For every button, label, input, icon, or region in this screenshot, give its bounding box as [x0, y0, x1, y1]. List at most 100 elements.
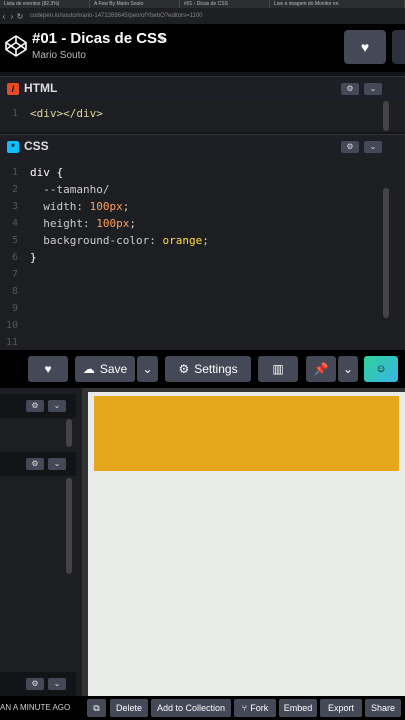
pin-button[interactable]: 📌: [306, 356, 336, 382]
chevron-down-icon[interactable]: ⌄: [364, 83, 382, 95]
settings-button[interactable]: ⚙ Settings: [165, 356, 251, 382]
external-link-icon: ⧉: [93, 702, 100, 713]
editor-scrollbar[interactable]: [66, 478, 72, 574]
code-line[interactable]: <div></div>: [30, 107, 103, 120]
browser-tab[interactable]: #01 - Dicas de CSS: [180, 0, 270, 8]
save-options-dropdown[interactable]: ⌄: [137, 356, 158, 382]
edit-pencil-icon[interactable]: ✎: [157, 32, 166, 45]
line-number: 8: [11, 286, 18, 297]
gear-icon[interactable]: ⚙: [341, 83, 359, 95]
heart-button[interactable]: ♥: [344, 30, 386, 64]
browser-tab[interactable]: A Few By Mario Souto: [90, 0, 180, 8]
reload-icon[interactable]: ↻: [16, 12, 24, 21]
line-number: 11: [6, 337, 19, 348]
editor-scrollbar[interactable]: [383, 101, 389, 131]
collapsed-editor-header: ⚙ ⌄: [0, 452, 76, 476]
browser-tab-bar: Lista de eventos (82.3%) A Few By Mario …: [0, 0, 405, 8]
pin-icon: 📌: [313, 362, 329, 376]
css-property: background-color:: [30, 234, 163, 247]
gear-icon[interactable]: ⚙: [26, 400, 44, 412]
embed-button[interactable]: Embed: [279, 699, 317, 717]
code-line[interactable]: }: [30, 251, 37, 264]
collapsed-editor-header: ⚙ ⌄: [0, 394, 76, 418]
gear-icon[interactable]: ⚙: [341, 141, 359, 153]
heart-button[interactable]: ♥: [28, 356, 68, 382]
chevron-down-icon: ⌄: [142, 362, 153, 376]
code-line[interactable]: --tamanho/: [30, 183, 109, 196]
fork-label: Fork: [250, 703, 269, 713]
line-number: 3: [11, 201, 18, 212]
line-number: 5: [11, 235, 18, 246]
share-button[interactable]: Share: [365, 699, 401, 717]
code-line[interactable]: background-color: orange;: [30, 234, 209, 247]
code-line[interactable]: div {: [30, 166, 63, 179]
forward-icon[interactable]: ›: [8, 12, 16, 21]
external-link-button[interactable]: ⧉: [87, 699, 106, 717]
settings-label: Settings: [194, 362, 238, 376]
avatar[interactable]: ☺: [364, 356, 398, 382]
browser-tab[interactable]: Lista de eventos (82.3%): [0, 0, 90, 8]
css-value: 100px: [96, 217, 130, 230]
url-field[interactable]: codepen.io/souto/mario-1472269645/pen/of…: [30, 13, 203, 19]
line-number: 7: [11, 269, 18, 280]
last-saved-text: AN A MINUTE AGO: [0, 703, 71, 712]
save-label: Save: [99, 362, 128, 376]
css-property: height:: [30, 217, 97, 230]
smiley-icon: ☺: [375, 363, 387, 375]
chevron-down-icon: ⌄: [342, 362, 354, 376]
footer-bar: AN A MINUTE AGO ⧉ Delete Add to Collecti…: [0, 696, 405, 720]
author-name[interactable]: Mario Souto: [32, 50, 86, 61]
line-number: 6: [11, 252, 18, 263]
css-value: orange: [162, 234, 203, 247]
gear-icon[interactable]: ⚙: [26, 678, 44, 690]
code-line[interactable]: height: 100px;: [30, 217, 136, 230]
delete-button[interactable]: Delete: [110, 699, 148, 717]
css-value: 100px: [89, 200, 123, 213]
console-header: ⚙ ⌄: [0, 672, 76, 696]
layout-icon: ▥: [272, 362, 284, 376]
gear-icon: ⚙: [178, 362, 190, 376]
fork-button[interactable]: ⑂ Fork: [234, 699, 276, 717]
css-editor-header: * CSS ⚙ ⌄: [0, 134, 405, 158]
line-number: 2: [11, 184, 18, 195]
add-to-collection-button[interactable]: Add to Collection: [151, 699, 231, 717]
line-number: 1: [11, 108, 18, 119]
css-editor[interactable]: 1 2 3 4 5 6 7 8 9 10 11 div { --tamanho/…: [0, 158, 405, 350]
codepen-logo-icon[interactable]: [4, 34, 28, 58]
line-number: 4: [11, 218, 18, 229]
chevron-down-icon[interactable]: ⌄: [48, 678, 66, 690]
collapsed-editors-panel: ⚙ ⌄ ⚙ ⌄ ⚙ ⌄: [0, 388, 82, 696]
fork-icon: ⑂: [241, 703, 248, 713]
browser-tab[interactable]: Live a imagem do Monitor en: [270, 0, 405, 8]
pen-title[interactable]: #01 - Dicas de CSS: [32, 30, 167, 47]
cloud-icon: ☁: [82, 362, 95, 376]
code-line[interactable]: width: 100px;: [30, 200, 129, 213]
layout-button[interactable]: ▥: [258, 356, 298, 382]
chevron-down-icon[interactable]: ⌄: [364, 141, 382, 153]
css-icon: *: [7, 141, 19, 153]
preview-orange-div: [94, 396, 399, 471]
editor-toolbar: ♥ ☁ Save ⌄ ⚙ Settings ▥ 📌 ⌄ ☺: [0, 350, 405, 388]
css-property: width:: [30, 200, 90, 213]
line-number: 9: [11, 303, 18, 314]
html-editor-label: HTML: [24, 81, 58, 95]
line-number: 10: [6, 320, 19, 331]
pin-options-dropdown[interactable]: ⌄: [338, 356, 358, 382]
editor-scrollbar[interactable]: [66, 419, 72, 447]
gear-icon[interactable]: ⚙: [26, 458, 44, 470]
line-number: 1: [11, 167, 18, 178]
chevron-down-icon[interactable]: ⌄: [48, 400, 66, 412]
save-button[interactable]: ☁ Save: [75, 356, 135, 382]
export-button[interactable]: Export: [320, 699, 362, 717]
back-icon[interactable]: ‹: [0, 12, 8, 21]
editor-scrollbar[interactable]: [383, 188, 389, 318]
html-editor-header: / HTML ⚙ ⌄: [0, 76, 405, 100]
header-side-button[interactable]: [392, 30, 405, 64]
html-editor[interactable]: 1 <div></div>: [0, 100, 405, 132]
address-bar: ‹ › ↻ codepen.io/souto/mario-1472269645/…: [0, 8, 405, 24]
css-editor-label: CSS: [24, 139, 49, 153]
heart-icon: ♥: [44, 362, 52, 376]
html-icon: /: [7, 83, 19, 95]
heart-icon: ♥: [360, 39, 370, 55]
chevron-down-icon[interactable]: ⌄: [48, 458, 66, 470]
